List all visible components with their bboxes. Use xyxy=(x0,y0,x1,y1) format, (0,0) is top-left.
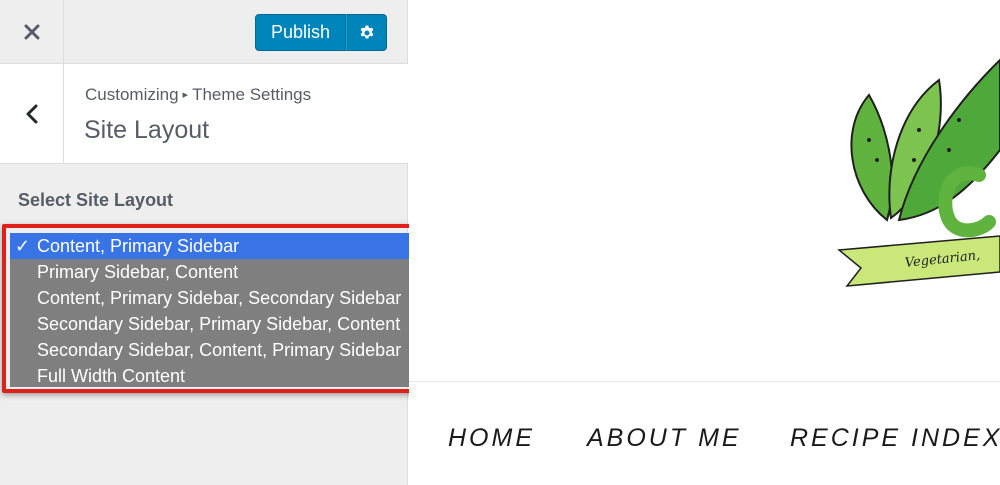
layout-option[interactable]: Content, Primary Sidebar, Secondary Side… xyxy=(10,285,456,311)
breadcrumb-separator: ▸ xyxy=(182,89,189,101)
layout-option-label: Content, Primary Sidebar xyxy=(37,236,240,256)
back-button[interactable] xyxy=(0,64,64,164)
layout-option-label: Content, Primary Sidebar, Secondary Side… xyxy=(37,288,402,308)
layout-option[interactable]: Secondary Sidebar, Content, Primary Side… xyxy=(10,337,456,363)
gear-icon xyxy=(360,25,373,39)
breadcrumb: Customizing ▸ Theme Settings xyxy=(85,85,311,105)
checkmark-icon: ✓ xyxy=(15,236,31,256)
close-icon xyxy=(24,24,39,40)
section-title: Site Layout xyxy=(84,116,210,144)
layout-option[interactable]: ✓ Content, Primary Sidebar xyxy=(10,233,456,259)
layout-option-label: Secondary Sidebar, Content, Primary Side… xyxy=(37,340,402,360)
site-layout-label: Select Site Layout xyxy=(18,190,174,210)
section-header: Customizing ▸ Theme Settings Site Layout xyxy=(0,64,408,164)
nav-item-home[interactable]: HOME xyxy=(448,424,535,453)
breadcrumb-current: Theme Settings xyxy=(192,85,312,104)
nav-item-recipe-index[interactable]: RECIPE INDEX xyxy=(790,424,1000,453)
breadcrumb-parent: Customizing xyxy=(85,85,179,104)
chevron-left-icon xyxy=(26,104,37,124)
layout-option-label: Secondary Sidebar, Primary Sidebar, Cont… xyxy=(37,314,401,334)
preview-divider xyxy=(409,381,1000,382)
site-preview: Vegetarian, HOME ABOUT ME RECIPE INDEX xyxy=(409,0,1000,485)
layout-option[interactable]: Full Width Content xyxy=(10,363,456,389)
publish-button-group: Publish xyxy=(255,14,387,51)
customizer-header: Publish xyxy=(0,0,408,64)
nav-item-about-me[interactable]: ABOUT ME xyxy=(587,424,742,453)
publish-settings-button[interactable] xyxy=(346,14,387,51)
close-button[interactable] xyxy=(0,0,64,64)
publish-button[interactable]: Publish xyxy=(255,14,346,51)
layout-option-label: Primary Sidebar, Content xyxy=(37,262,239,282)
layout-option[interactable]: Secondary Sidebar, Primary Sidebar, Cont… xyxy=(10,311,456,337)
site-layout-dropdown[interactable]: ✓ Content, Primary Sidebar Primary Sideb… xyxy=(10,233,456,387)
layout-option-label: Full Width Content xyxy=(37,366,186,386)
layout-option[interactable]: Primary Sidebar, Content xyxy=(10,259,456,285)
site-navigation: HOME ABOUT ME RECIPE INDEX xyxy=(409,424,1000,458)
